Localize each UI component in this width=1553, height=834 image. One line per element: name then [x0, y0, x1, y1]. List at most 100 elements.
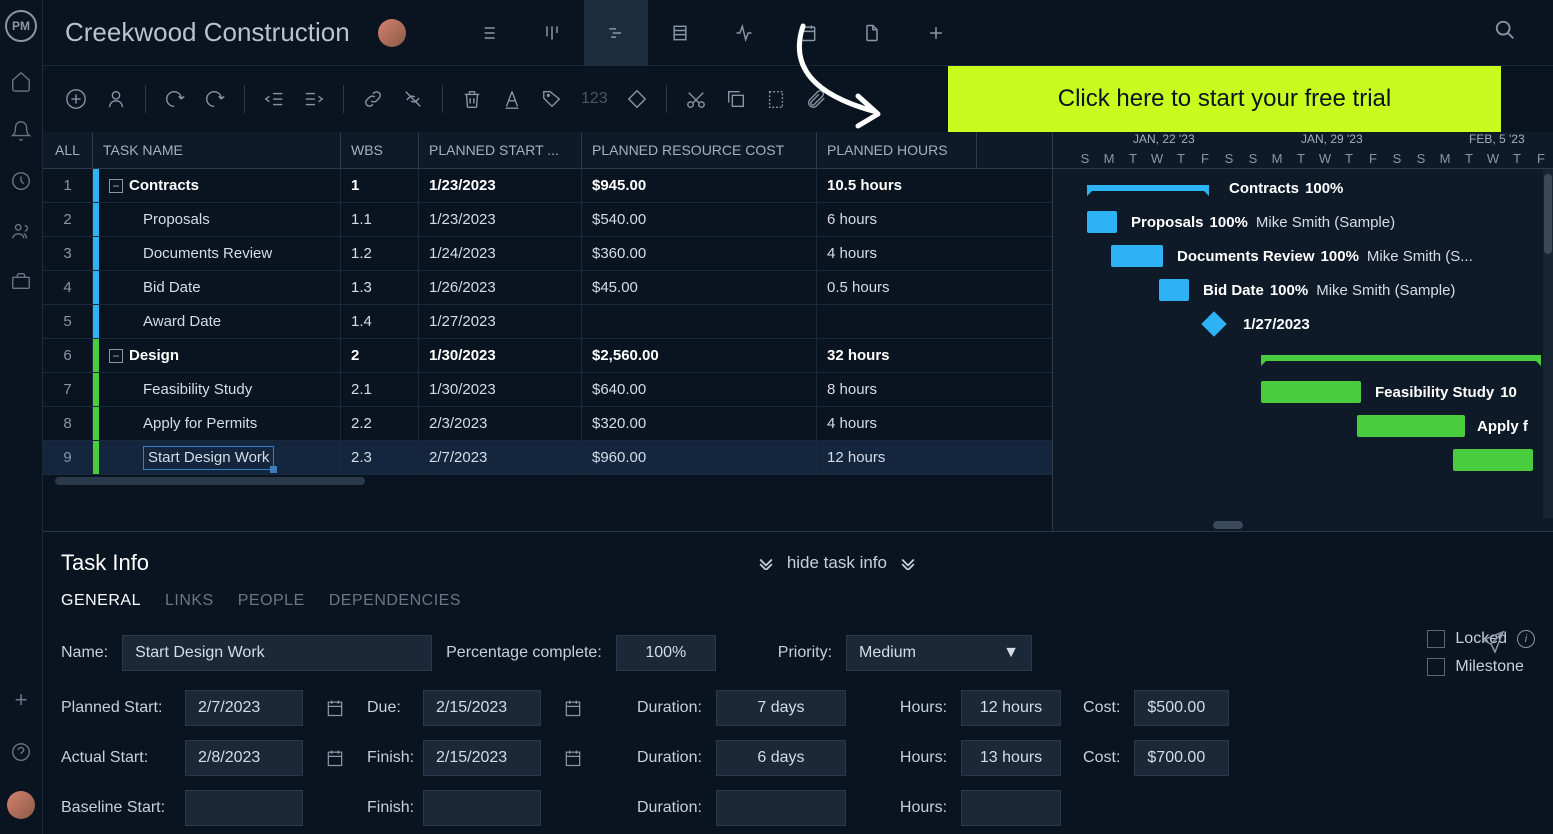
col-wbs[interactable]: WBS	[341, 132, 419, 168]
col-all[interactable]: ALL	[43, 132, 93, 168]
cost-input[interactable]	[1134, 740, 1229, 776]
search-icon[interactable]	[1494, 19, 1516, 46]
actual-start-input[interactable]	[185, 740, 303, 776]
finish-input[interactable]	[423, 740, 541, 776]
gantt-bar[interactable]	[1261, 381, 1361, 403]
toolbar-number: 123	[581, 90, 608, 108]
due-input[interactable]	[423, 690, 541, 726]
duration-input[interactable]	[716, 690, 846, 726]
hours-input[interactable]	[961, 740, 1061, 776]
tab-dependencies[interactable]: DEPENDENCIES	[329, 592, 461, 610]
table-row[interactable]: 1 −Contracts 1 1/23/2023 $945.00 10.5 ho…	[43, 169, 1052, 203]
baseline-start-input[interactable]	[185, 790, 303, 826]
cost-input[interactable]	[1134, 690, 1229, 726]
milestone-icon[interactable]	[1201, 311, 1226, 336]
unlink-button[interactable]	[402, 88, 424, 110]
gantt-bar[interactable]	[1087, 211, 1117, 233]
outdent-button[interactable]	[263, 88, 285, 110]
tab-people[interactable]: PEOPLE	[238, 592, 305, 610]
add-view-tab[interactable]	[904, 0, 968, 66]
priority-select[interactable]: Medium▼	[846, 635, 1032, 671]
add-task-button[interactable]	[65, 88, 87, 110]
project-title: Creekwood Construction	[65, 17, 350, 48]
link-button[interactable]	[362, 88, 384, 110]
file-view-tab[interactable]	[840, 0, 904, 66]
delete-button[interactable]	[461, 88, 483, 110]
milestone-button[interactable]	[626, 88, 648, 110]
indent-button[interactable]	[303, 88, 325, 110]
help-icon[interactable]	[10, 741, 32, 763]
tab-links[interactable]: LINKS	[165, 592, 214, 610]
home-icon[interactable]	[10, 70, 32, 92]
hours-input[interactable]	[961, 690, 1061, 726]
table-row[interactable]: 9 Start Design Work 2.3 2/7/2023 $960.00…	[43, 441, 1052, 475]
duration-input[interactable]	[716, 740, 846, 776]
project-avatar[interactable]	[378, 19, 406, 47]
table-row[interactable]: 4 Bid Date 1.3 1/26/2023 $45.00 0.5 hour…	[43, 271, 1052, 305]
gantt-bar[interactable]	[1111, 245, 1163, 267]
gantt-hscroll[interactable]	[1053, 519, 1541, 531]
redo-button[interactable]	[204, 88, 226, 110]
gantt-vscroll[interactable]	[1543, 169, 1553, 518]
table-row[interactable]: 6 −Design 2 1/30/2023 $2,560.00 32 hours	[43, 339, 1052, 373]
sheet-view-tab[interactable]	[648, 0, 712, 66]
user-avatar[interactable]	[7, 791, 35, 819]
copy-button[interactable]	[725, 88, 747, 110]
hours-label: Hours:	[900, 749, 947, 767]
list-view-tab[interactable]	[456, 0, 520, 66]
board-view-tab[interactable]	[520, 0, 584, 66]
assign-button[interactable]	[105, 88, 127, 110]
tab-general[interactable]: GENERAL	[61, 592, 141, 610]
calendar-icon[interactable]	[555, 690, 591, 726]
send-icon[interactable]	[1481, 630, 1505, 659]
gantt-view-tab[interactable]	[584, 0, 648, 66]
col-cost[interactable]: PLANNED RESOURCE COST	[582, 132, 817, 168]
col-name[interactable]: TASK NAME	[93, 132, 341, 168]
col-start[interactable]: PLANNED START ...	[419, 132, 582, 168]
finish-label: Finish:	[367, 799, 409, 817]
gantt-bar[interactable]	[1261, 355, 1541, 361]
planned-start-input[interactable]	[185, 690, 303, 726]
grid-hscroll[interactable]	[43, 475, 1052, 487]
gantt-bar[interactable]	[1357, 415, 1465, 437]
calendar-view-tab[interactable]	[776, 0, 840, 66]
milestone-checkbox[interactable]	[1427, 658, 1445, 676]
duration-label: Duration:	[637, 699, 702, 717]
cut-button[interactable]	[685, 88, 707, 110]
paste-button[interactable]	[765, 88, 787, 110]
table-row[interactable]: 5 Award Date 1.4 1/27/2023	[43, 305, 1052, 339]
calendar-icon[interactable]	[317, 690, 353, 726]
name-input[interactable]	[122, 635, 432, 671]
locked-checkbox[interactable]	[1427, 630, 1445, 648]
clock-icon[interactable]	[10, 170, 32, 192]
gantt-bar[interactable]	[1453, 449, 1533, 471]
calendar-icon[interactable]	[555, 740, 591, 776]
undo-button[interactable]	[164, 88, 186, 110]
table-row[interactable]: 7 Feasibility Study 2.1 1/30/2023 $640.0…	[43, 373, 1052, 407]
hide-task-info-button[interactable]: hide task info	[759, 553, 915, 573]
add-icon[interactable]: +	[15, 687, 28, 713]
notifications-icon[interactable]	[10, 120, 32, 142]
table-row[interactable]: 2 Proposals 1.1 1/23/2023 $540.00 6 hour…	[43, 203, 1052, 237]
tag-button[interactable]	[541, 88, 563, 110]
app-logo[interactable]: PM	[5, 10, 37, 42]
briefcase-icon[interactable]	[10, 270, 32, 292]
text-button[interactable]	[501, 88, 523, 110]
pct-input[interactable]	[616, 635, 716, 671]
baseline-duration-input[interactable]	[716, 790, 846, 826]
cta-banner[interactable]: Click here to start your free trial	[948, 66, 1501, 132]
table-row[interactable]: 3 Documents Review 1.2 1/24/2023 $360.00…	[43, 237, 1052, 271]
table-row[interactable]: 8 Apply for Permits 2.2 2/3/2023 $320.00…	[43, 407, 1052, 441]
info-icon[interactable]: i	[1517, 630, 1535, 648]
baseline-hours-input[interactable]	[961, 790, 1061, 826]
people-icon[interactable]	[10, 220, 32, 242]
attachment-button[interactable]	[805, 88, 827, 110]
calendar-icon[interactable]	[317, 740, 353, 776]
collapse-icon[interactable]: −	[109, 349, 123, 363]
activity-view-tab[interactable]	[712, 0, 776, 66]
gantt-bar[interactable]	[1159, 279, 1189, 301]
gantt-bar[interactable]	[1087, 185, 1209, 191]
col-hours[interactable]: PLANNED HOURS	[817, 132, 977, 168]
collapse-icon[interactable]: −	[109, 179, 123, 193]
baseline-finish-input[interactable]	[423, 790, 541, 826]
